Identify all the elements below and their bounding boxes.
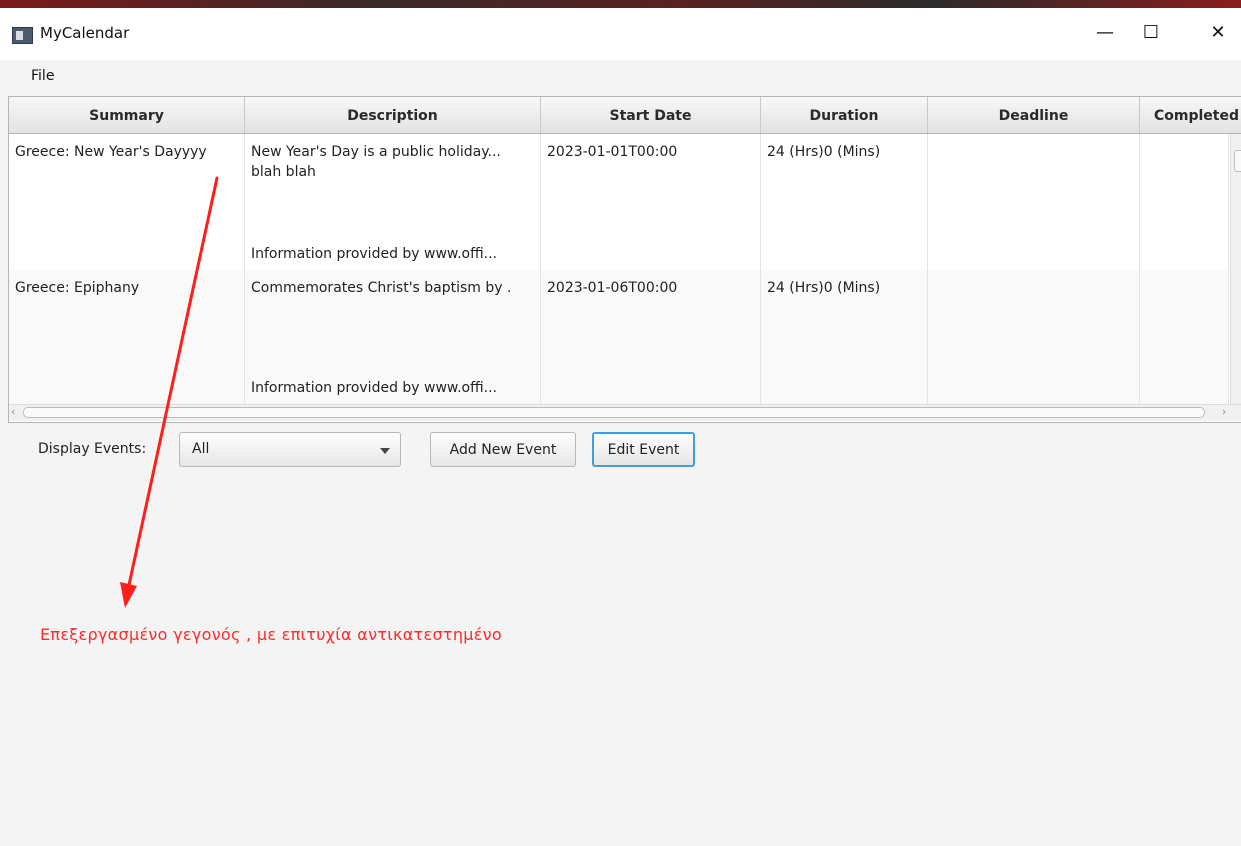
status-message: Επεξεργασμένο γεγονός , με επιτυχία αντι…: [40, 625, 503, 644]
annotation-arrow: [120, 176, 219, 608]
